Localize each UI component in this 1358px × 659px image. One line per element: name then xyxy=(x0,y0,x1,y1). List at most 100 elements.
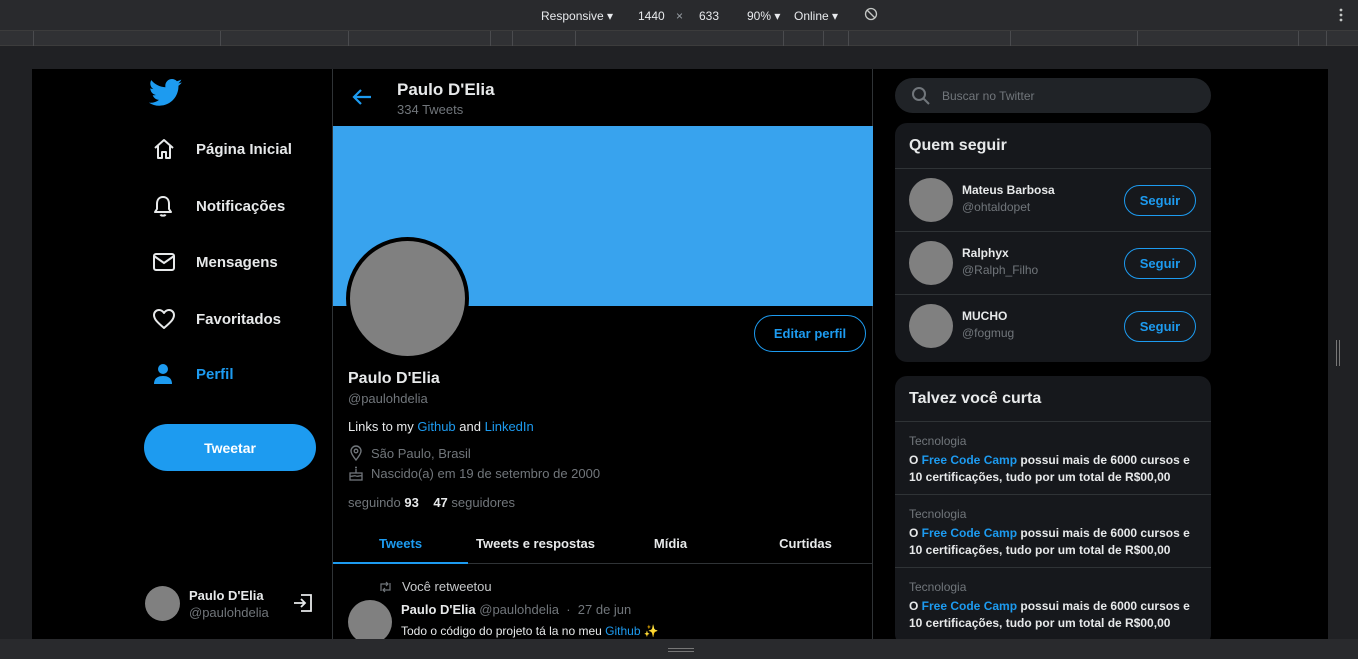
suggested-user-name: MUCHO xyxy=(962,309,1008,323)
follow-button[interactable]: Seguir xyxy=(1124,311,1196,342)
trend-text: O Free Code Camp possui mais de 6000 cur… xyxy=(909,452,1197,486)
heart-icon xyxy=(145,307,185,331)
home-icon xyxy=(145,137,185,161)
zoom-select[interactable]: 90% ▾ xyxy=(747,9,780,23)
trend-text: O Free Code Camp possui mais de 6000 cur… xyxy=(909,525,1197,559)
nav-label-favorites: Favoritados xyxy=(196,310,282,328)
logout-icon[interactable] xyxy=(292,592,314,614)
tab-tweets[interactable]: Tweets xyxy=(333,524,468,564)
kebab-menu-icon[interactable] xyxy=(1339,8,1343,25)
profile-avatar[interactable] xyxy=(346,237,469,360)
rotate-icon[interactable] xyxy=(864,7,878,24)
search-bar xyxy=(895,78,1211,113)
retweet-icon xyxy=(378,581,393,593)
bottom-resize-handle[interactable] xyxy=(668,648,694,652)
throttle-select[interactable]: Online ▾ xyxy=(794,9,838,23)
avatar[interactable] xyxy=(348,600,392,639)
main-column: Paulo D'Elia 334 Tweets Editar perfil Pa… xyxy=(332,69,873,639)
tweet-separator: · xyxy=(566,602,571,617)
tweet-author-name[interactable]: Paulo D'Elia xyxy=(401,602,476,617)
trends-card: Talvez você curta Tecnologia O Free Code… xyxy=(895,376,1211,639)
viewport-width[interactable]: 1440 xyxy=(638,9,665,23)
suggested-user-name: Ralphyx xyxy=(962,246,1009,260)
linkedin-link[interactable]: LinkedIn xyxy=(485,419,534,434)
trend-item[interactable]: Tecnologia O Free Code Camp possui mais … xyxy=(895,494,1211,567)
avatar xyxy=(909,304,953,348)
sidebar: Página Inicial Notificações Mensagens Fa… xyxy=(32,69,332,639)
tab-tweets-replies[interactable]: Tweets e respostas xyxy=(468,524,603,563)
nav-label-messages: Mensagens xyxy=(196,253,278,271)
media-query-ruler xyxy=(0,31,1358,46)
avatar xyxy=(909,178,953,222)
profile-birthdate: Nascido(a) em 19 de setembro de 2000 xyxy=(348,465,600,481)
tweet-count: 334 Tweets xyxy=(397,102,464,117)
twitter-bird-icon[interactable] xyxy=(148,79,183,107)
suggested-user-name: Mateus Barbosa xyxy=(962,183,1055,197)
list-item[interactable]: Ralphyx @Ralph_Filho Seguir xyxy=(895,231,1211,294)
avatar xyxy=(145,586,180,621)
suggested-user-handle: @Ralph_Filho xyxy=(962,263,1039,277)
edit-profile-button[interactable]: Editar perfil xyxy=(754,315,866,352)
tweet-github-link[interactable]: Github xyxy=(605,624,640,638)
profile-handle: @paulohdelia xyxy=(348,391,428,406)
list-item[interactable]: Mateus Barbosa @ohtaldopet Seguir xyxy=(895,168,1211,231)
tweet-date[interactable]: 27 de jun xyxy=(578,602,632,617)
right-resize-handle[interactable] xyxy=(1336,340,1340,366)
trend-link[interactable]: Free Code Camp xyxy=(922,599,1017,613)
suggested-user-handle: @fogmug xyxy=(962,326,1015,340)
viewport-height[interactable]: 633 xyxy=(699,9,719,23)
page-title: Paulo D'Elia xyxy=(397,80,495,99)
mail-icon xyxy=(145,250,185,274)
list-item[interactable]: MUCHO @fogmug Seguir xyxy=(895,294,1211,357)
tab-media[interactable]: Mídia xyxy=(603,524,738,563)
tweet-text: Todo o código do projeto tá la no meu Gi… xyxy=(401,624,659,638)
devtools-toolbar: Responsive ▾ 1440 × 633 90% ▾ Online ▾ xyxy=(0,0,1358,31)
follow-stats: seguindo 93 47 seguidores xyxy=(348,495,515,510)
trend-item[interactable]: Tecnologia O Free Code Camp possui mais … xyxy=(895,567,1211,639)
trend-link[interactable]: Free Code Camp xyxy=(922,453,1017,467)
bio-text: and xyxy=(455,419,485,434)
nav-item-profile[interactable]: Perfil xyxy=(145,356,234,392)
cake-icon xyxy=(348,465,364,481)
github-link[interactable]: Github xyxy=(417,419,455,434)
following-link[interactable]: seguindo 93 xyxy=(348,495,419,510)
bio-text: Links to my xyxy=(348,419,418,434)
followers-link[interactable]: 47 seguidores xyxy=(433,495,515,510)
account-name: Paulo D'Elia xyxy=(189,588,264,603)
who-to-follow-card: Quem seguir Mateus Barbosa @ohtaldopet S… xyxy=(895,123,1211,362)
tab-likes[interactable]: Curtidas xyxy=(738,524,873,563)
followers-label: seguidores xyxy=(451,495,516,510)
profile-bio: Links to my Github and LinkedIn xyxy=(348,419,534,434)
avatar xyxy=(909,241,953,285)
bell-icon xyxy=(145,194,185,218)
nav-item-home[interactable]: Página Inicial xyxy=(145,131,292,167)
trend-prefix: O xyxy=(909,526,922,540)
trend-link[interactable]: Free Code Camp xyxy=(922,526,1017,540)
nav-item-messages[interactable]: Mensagens xyxy=(145,244,278,280)
trends-title: Talvez você curta xyxy=(909,390,1042,407)
search-input[interactable] xyxy=(942,88,1192,103)
follow-button[interactable]: Seguir xyxy=(1124,248,1196,279)
sparkles-emoji: ✨ xyxy=(643,624,659,638)
nav-item-notifications[interactable]: Notificações xyxy=(145,188,285,224)
tweet-button[interactable]: Tweetar xyxy=(144,424,316,471)
trend-prefix: O xyxy=(909,453,922,467)
trend-item[interactable]: Tecnologia O Free Code Camp possui mais … xyxy=(895,421,1211,494)
nav-item-favorites[interactable]: Favoritados xyxy=(145,301,281,337)
followers-count: 47 xyxy=(433,495,448,510)
device-select[interactable]: Responsive ▾ xyxy=(541,9,613,23)
location-pin-icon xyxy=(348,445,364,462)
account-handle: @paulohdelia xyxy=(189,605,269,620)
back-arrow-icon[interactable] xyxy=(351,86,373,108)
birthdate-text: Nascido(a) em 19 de setembro de 2000 xyxy=(371,465,601,481)
follow-button[interactable]: Seguir xyxy=(1124,185,1196,216)
following-count: 93 xyxy=(404,495,419,510)
trend-category: Tecnologia xyxy=(909,434,967,448)
retweet-indicator: Você retweetou xyxy=(378,579,492,594)
location-text: São Paulo, Brasil xyxy=(371,445,471,461)
tweet-header: Paulo D'Elia @paulohdelia · 27 de jun xyxy=(401,602,631,617)
search-icon xyxy=(911,86,931,106)
who-to-follow-title: Quem seguir xyxy=(909,137,1007,154)
account-switcher[interactable]: Paulo D'Elia @paulohdelia xyxy=(144,584,319,624)
trend-prefix: O xyxy=(909,599,922,613)
